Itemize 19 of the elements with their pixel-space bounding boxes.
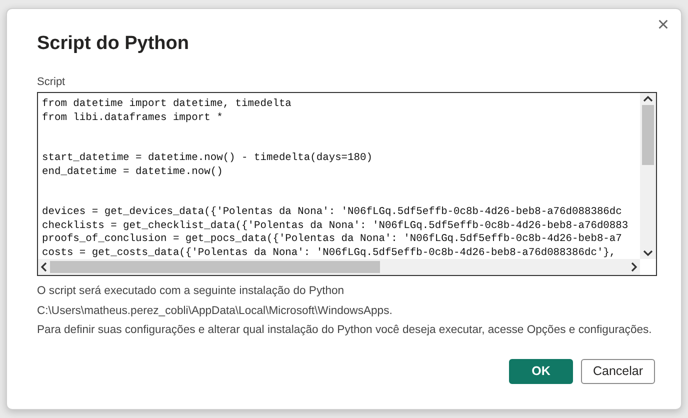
cancel-button[interactable]: Cancelar	[581, 359, 655, 384]
code-line: checklists = get_checklist_data({'Polentas da Nona': 'N06fLGq.5df5effb-0c8b-4d26-beb8-a76d0883	[42, 220, 630, 234]
dialog-title: Script do Python	[37, 33, 190, 56]
info-text: Para definir suas configurações e alterar qual instalação do Python você deseja executar, acesse Opções e configurações.	[37, 323, 652, 338]
close-button[interactable]: ×	[655, 13, 671, 37]
code-line: from datetime import datetime, timedelta	[42, 98, 292, 112]
code-line: proofs_of_conclusion = get_pocs_data({'Polentas da Nona': 'N06fLGq.5df5effb-0c8b-4d26-beb8-a7	[42, 233, 623, 247]
info-text: O script será executado com a seguinte instalação do Python	[37, 284, 344, 300]
scrollbar-thumb[interactable]	[50, 261, 380, 274]
code-line: start_datetime = datetime.now() - timedelta(days=180)	[42, 152, 374, 166]
info-text: C:\Users\matheus.perez_cobli\AppData\Local\Microsoft\WindowsApps.	[37, 304, 392, 319]
code-line: devices = get_devices_data({'Polentas da Nona': 'N06fLGq.5df5effb-0c8b-4d26-beb8-a76d088386dc	[42, 206, 623, 220]
ok-button[interactable]: OK	[509, 359, 573, 384]
script-editor[interactable]	[37, 92, 657, 276]
scrollbar-thumb[interactable]	[642, 105, 654, 166]
code-line: from libi.dataframes import *	[42, 112, 224, 126]
code-line: costs = get_costs_data({'Polentas da Nona': 'N06fLGq.5df5effb-0c8b-4d26-beb8-a76d088386dc'},	[42, 246, 617, 260]
field-label: Script	[37, 74, 66, 90]
code-line: end_datetime = datetime.now()	[42, 166, 224, 180]
